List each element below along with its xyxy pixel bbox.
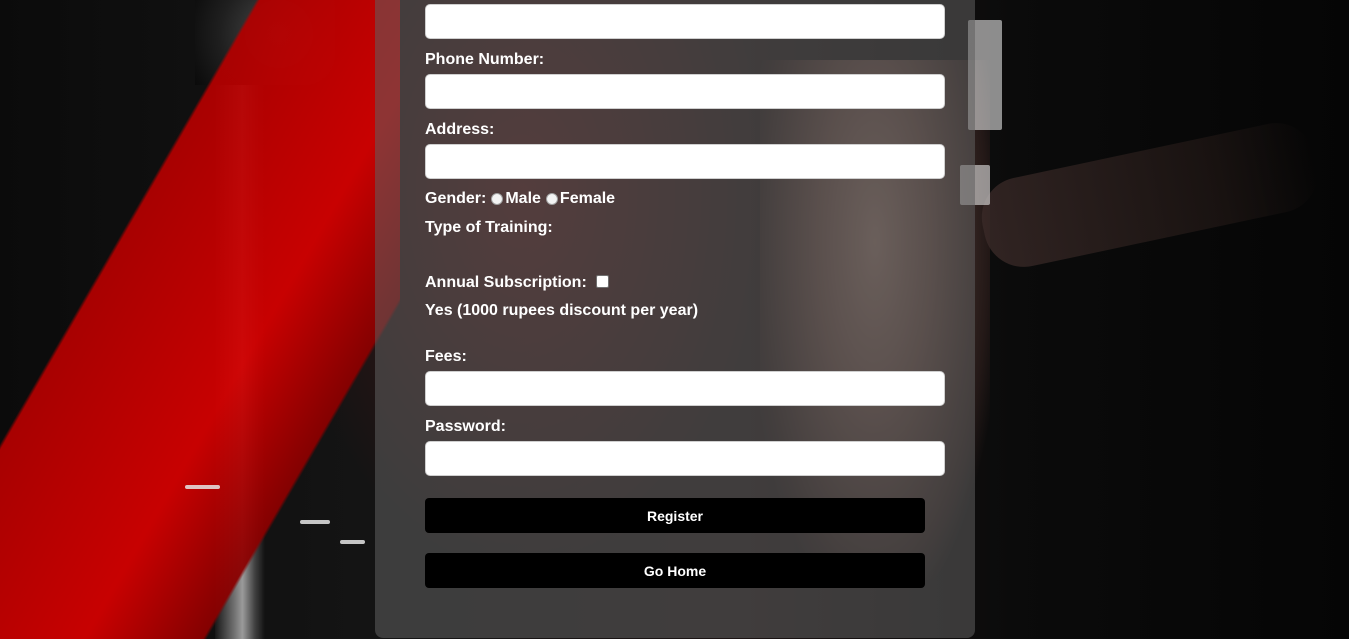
gym-light [300,520,330,524]
phone-input[interactable] [425,74,945,109]
address-input[interactable] [425,144,945,179]
address-label: Address: [425,121,495,138]
gender-male-label: Male [505,190,541,207]
fees-input[interactable] [425,371,945,406]
gender-row: Gender: Male Female [425,189,615,209]
athlete-arm [974,115,1326,275]
fees-label: Fees: [425,348,467,365]
subscription-checkbox[interactable] [596,275,609,288]
gender-female-label: Female [559,190,616,207]
training-label: Type of Training: [425,219,553,236]
gender-female-radio[interactable] [545,193,558,205]
password-input[interactable] [425,441,945,476]
subscription-note: Yes (1000 rupees discount per year) [425,302,699,319]
password-label: Password: [425,418,506,435]
phone-label: Phone Number: [425,51,545,68]
gender-male-radio[interactable] [491,193,504,205]
gym-light [185,485,220,489]
register-button[interactable]: Register [425,498,925,533]
top-text-field[interactable] [425,4,945,39]
gender-label: Gender: [425,190,487,207]
go-home-button[interactable]: Go Home [425,553,925,588]
gym-light [340,540,365,544]
subscription-label: Annual Subscription: [425,274,587,291]
